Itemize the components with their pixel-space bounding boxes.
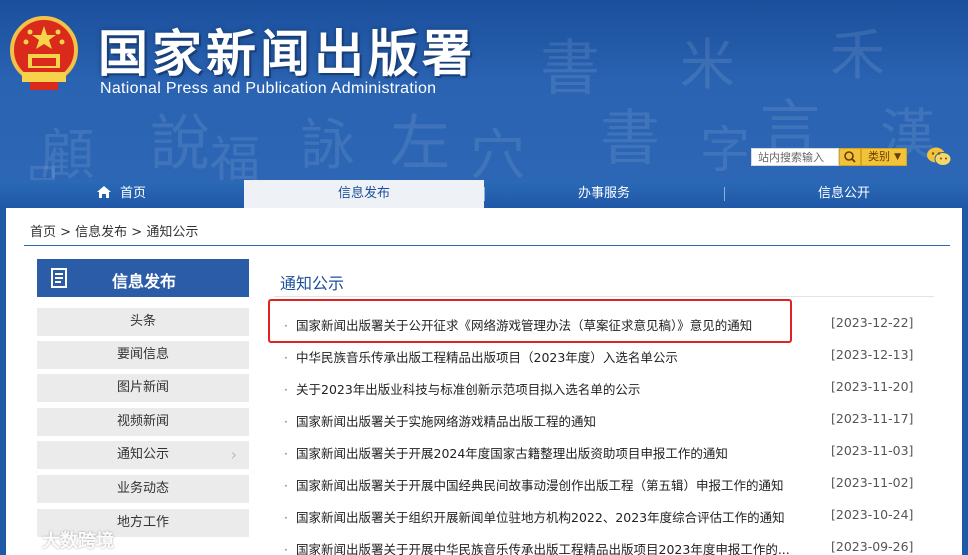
news-date: [2023-10-24] xyxy=(831,507,914,522)
highlight-annotation xyxy=(268,299,792,343)
news-date: [2023-11-17] xyxy=(831,411,914,426)
bullet: · xyxy=(284,447,288,461)
news-date: [2023-11-03] xyxy=(831,443,914,458)
bullet: · xyxy=(284,415,288,429)
site-banner: 說 福 詠 左 穴 書 書 米 言 禾 漢 顧 品 字 国家新闻出版署 Nati… xyxy=(0,0,968,180)
sidebar-item-business[interactable]: 业务动态 xyxy=(37,475,249,503)
news-title[interactable]: 国家新闻出版署关于开展中国经典民间故事动漫创作出版工程（第五辑）申报工作的通知 xyxy=(296,475,801,494)
search-button[interactable] xyxy=(839,148,861,166)
chevron-right-icon: › xyxy=(230,445,237,464)
news-title[interactable]: 国家新闻出版署关于实施网络游戏精品出版工程的通知 xyxy=(296,411,801,430)
nav-services[interactable]: 办事服务 xyxy=(484,180,724,208)
chevron-down-icon: ▼ xyxy=(894,152,901,162)
nav-home-label: 首页 xyxy=(119,186,146,201)
news-title[interactable]: 关于2023年出版业科技与标准创新示范项目拟入选名单的公示 xyxy=(296,379,801,398)
news-date: [2023-12-22] xyxy=(831,315,914,330)
nav-info-release[interactable]: 信息发布 xyxy=(244,180,484,208)
sidebar-header: 信息发布 xyxy=(37,259,249,297)
national-emblem-icon xyxy=(10,16,78,90)
home-icon xyxy=(96,186,111,198)
list-item[interactable]: · 国家新闻出版署关于实施网络游戏精品出版工程的通知 [2023-11-17] xyxy=(280,411,920,443)
news-title[interactable]: 国家新闻出版署关于开展2024年度国家古籍整理出版资助项目申报工作的通知 xyxy=(296,443,801,462)
divider xyxy=(274,296,934,297)
sidebar-item-video-news[interactable]: 视频新闻 xyxy=(37,408,249,436)
bullet: · xyxy=(284,479,288,493)
search-icon xyxy=(844,151,856,163)
nav-info-disclosure[interactable]: 信息公开 xyxy=(724,180,964,208)
document-icon xyxy=(51,268,67,288)
section-title: 通知公示 xyxy=(280,274,345,293)
main-nav: 首页 信息发布 办事服务 信息公开 xyxy=(0,180,968,208)
sidebar-item-label: 通知公示 xyxy=(116,447,169,462)
nav-home[interactable]: 首页 xyxy=(0,180,242,208)
sidebar-title: 信息发布 xyxy=(112,272,177,291)
news-title[interactable]: 国家新闻出版署关于开展中华民族音乐传承出版工程精品出版项目2023年度申报工作的… xyxy=(296,539,801,555)
sidebar-item-photo-news[interactable]: 图片新闻 xyxy=(37,374,249,402)
list-item[interactable]: · 国家新闻出版署关于开展2024年度国家古籍整理出版资助项目申报工作的通知 [… xyxy=(280,443,920,475)
bullet: · xyxy=(284,511,288,525)
content-panel: 首页 > 信息发布 > 通知公示 信息发布 头条 要闻信息 图片新闻 视频新闻 … xyxy=(6,208,962,555)
watermark-text: 大数跨境 xyxy=(42,531,114,552)
news-date: [2023-09-26] xyxy=(831,539,914,554)
list-item[interactable]: · 国家新闻出版署关于开展中国经典民间故事动漫创作出版工程（第五辑）申报工作的通… xyxy=(280,475,920,507)
bullet: · xyxy=(284,543,288,555)
bullet: · xyxy=(284,351,288,365)
site-subtitle: National Press and Publication Administr… xyxy=(100,80,437,97)
sidebar-item-notices[interactable]: 通知公示 › xyxy=(37,441,249,469)
bullet: · xyxy=(284,383,288,397)
news-date: [2023-11-20] xyxy=(831,379,914,394)
list-item[interactable]: · 中华民族音乐传承出版工程精品出版项目（2023年度）入选名单公示 [2023… xyxy=(280,347,920,379)
news-title[interactable]: 中华民族音乐传承出版工程精品出版项目（2023年度）入选名单公示 xyxy=(296,347,801,366)
site-title: 国家新闻出版署 xyxy=(98,25,476,83)
category-label: 类别 xyxy=(868,150,890,163)
sidebar-item-headline[interactable]: 头条 xyxy=(37,308,249,336)
breadcrumb[interactable]: 首页 > 信息发布 > 通知公示 xyxy=(30,221,198,240)
watermark-logo-icon xyxy=(9,530,38,546)
sidebar-item-news[interactable]: 要闻信息 xyxy=(37,341,249,369)
divider xyxy=(24,245,950,246)
list-item[interactable]: · 国家新闻出版署关于开展中华民族音乐传承出版工程精品出版项目2023年度申报工… xyxy=(280,539,920,555)
category-dropdown[interactable]: 类别 ▼ xyxy=(861,148,907,166)
list-item[interactable]: · 国家新闻出版署关于组织开展新闻单位驻地方机构2022、2023年度综合评估工… xyxy=(280,507,920,539)
news-date: [2023-11-02] xyxy=(831,475,914,490)
list-item[interactable]: · 关于2023年出版业科技与标准创新示范项目拟入选名单的公示 [2023-11… xyxy=(280,379,920,411)
search-input[interactable]: 站内搜索输入 xyxy=(751,148,839,166)
news-title[interactable]: 国家新闻出版署关于组织开展新闻单位驻地方机构2022、2023年度综合评估工作的… xyxy=(296,507,801,526)
news-date: [2023-12-13] xyxy=(831,347,914,362)
wechat-icon[interactable] xyxy=(926,146,952,168)
